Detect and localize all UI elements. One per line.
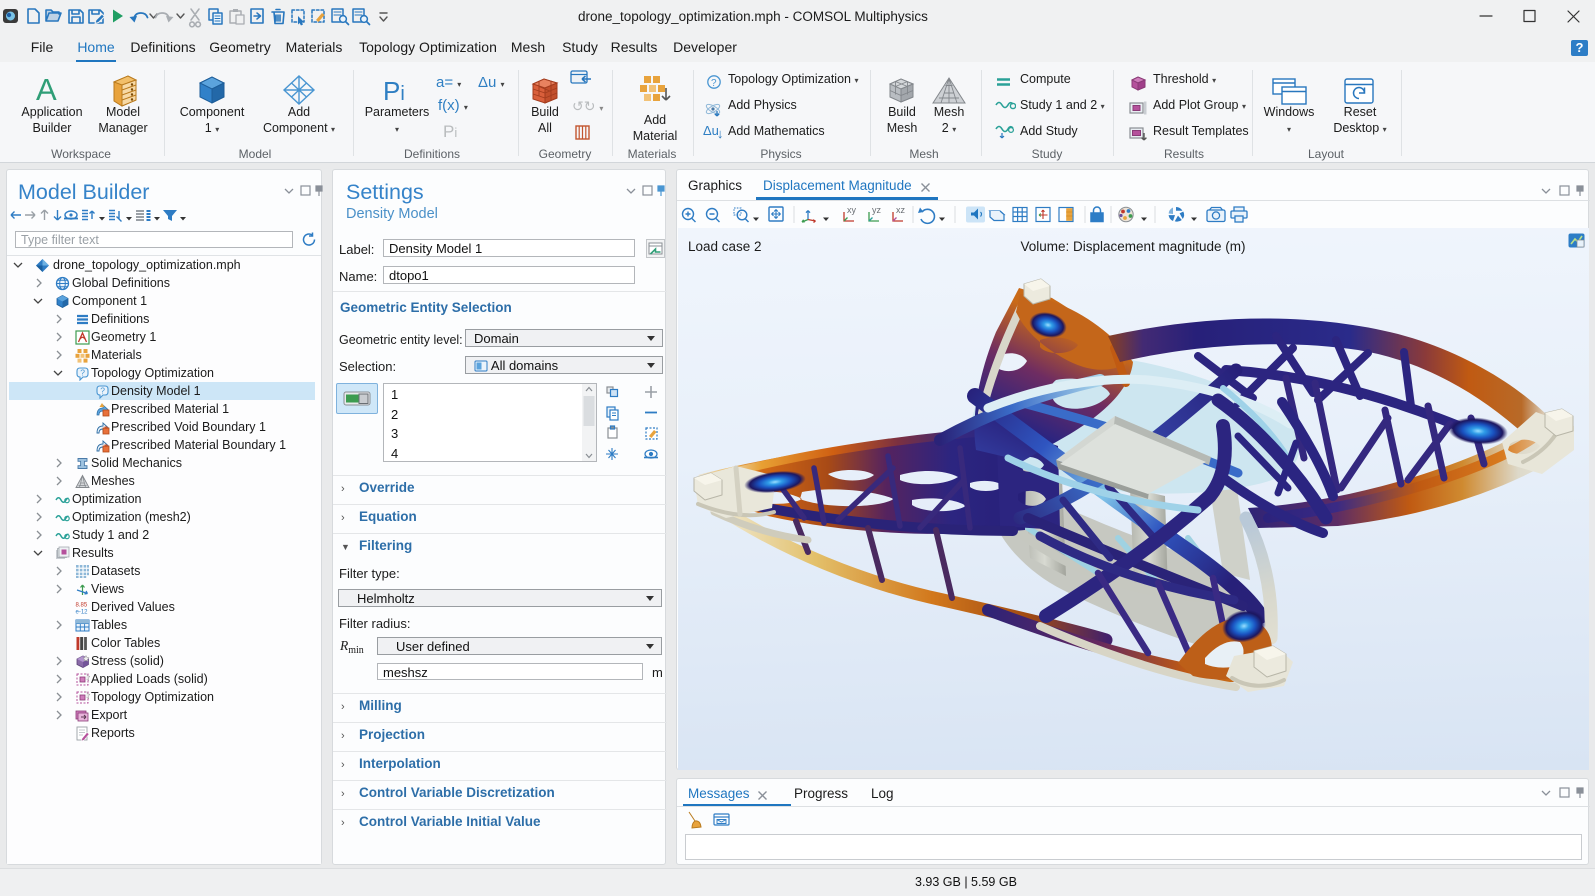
svg-text:xz: xz [896, 205, 906, 215]
svg-text:yz: yz [872, 205, 882, 215]
svg-text:?: ? [711, 78, 717, 89]
svg-text:?: ? [100, 385, 105, 395]
svg-text:?: ? [80, 367, 85, 377]
svg-text:xy: xy [847, 205, 857, 215]
svg-text:e-12: e-12 [76, 609, 89, 615]
svg-text:8.85: 8.85 [76, 602, 88, 608]
